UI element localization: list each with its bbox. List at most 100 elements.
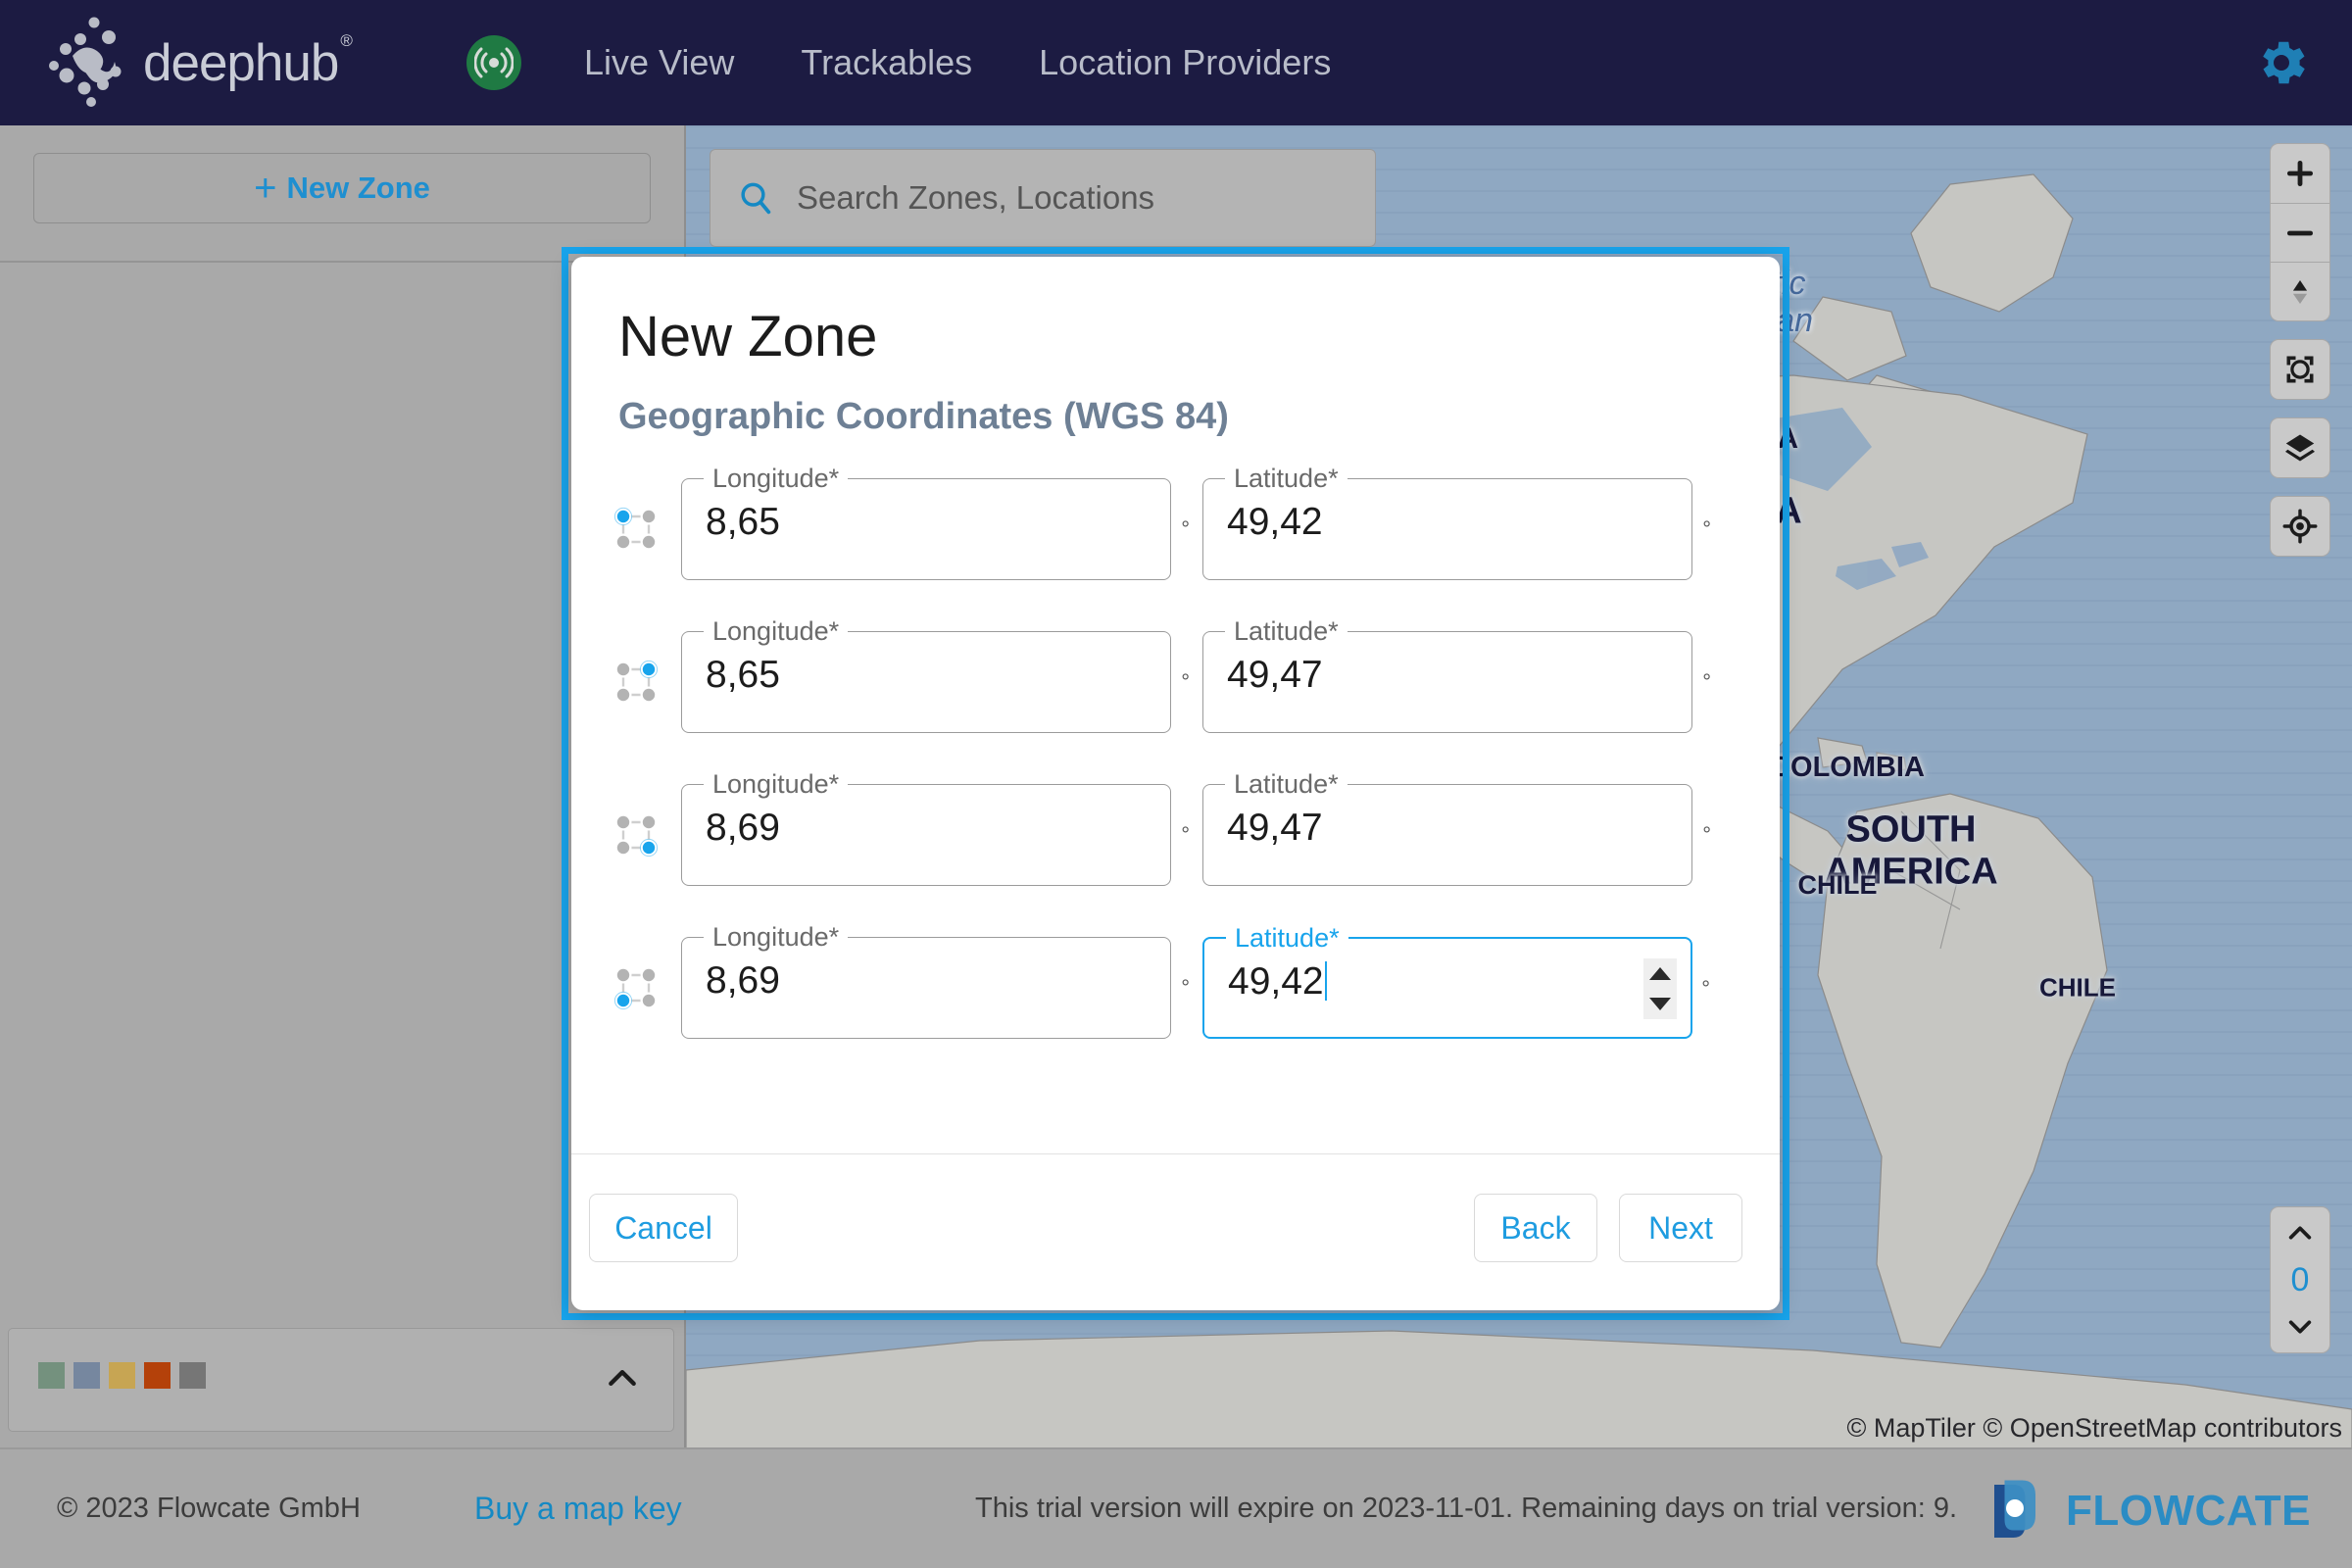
flowcate-mark-icon [1993, 1480, 2035, 1538]
nav-location-providers[interactable]: Location Providers [1039, 42, 1331, 83]
latitude-field-row-1[interactable]: Latitude* 49,42 ° [1202, 464, 1711, 580]
degree-symbol-latitude-row-4: ° [1701, 976, 1710, 1001]
gear-icon[interactable] [2252, 33, 2311, 92]
legend-swatches [38, 1362, 206, 1389]
search-zones-locations-box[interactable]: Search Zones, Locations [710, 149, 1376, 247]
corner-indicator-bottom-left-icon [613, 966, 658, 1010]
longitude-label-row-2: Longitude* [704, 616, 849, 647]
plus-icon [2286, 160, 2314, 187]
longitude-field-row-2[interactable]: Longitude* 8,65 ° [681, 616, 1190, 733]
zoom-in-button[interactable] [2271, 144, 2329, 203]
map-attribution: © MapTiler © OpenStreetMap contributors [1846, 1413, 2343, 1443]
app-root: deephub ® Live View Trackables Location P… [0, 0, 2352, 1568]
legend-swatch-1[interactable] [74, 1362, 100, 1389]
brand-name: deephub ® [143, 30, 353, 92]
legend-swatch-2[interactable] [109, 1362, 135, 1389]
latitude-spinner-row-4[interactable] [1643, 958, 1677, 1019]
corner-indicator-bottom-right [611, 809, 662, 860]
crosshair-icon [2282, 509, 2318, 544]
flowcate-logo-text: FLOWCATE [2065, 1487, 2311, 1535]
longitude-label-row-3: Longitude* [704, 769, 849, 800]
longitude-value-row-2: 8,65 [706, 654, 780, 696]
chevron-up-glyph [609, 1370, 636, 1386]
cancel-button[interactable]: Cancel [589, 1194, 738, 1262]
broadcast-waves-icon [474, 47, 514, 78]
chevron-down-icon [2288, 1320, 2312, 1334]
longitude-value-row-4: 8,69 [706, 959, 780, 1002]
zone-legend-panel [8, 1328, 674, 1432]
longitude-value-row-3: 8,69 [706, 807, 780, 849]
gear-glyph [2263, 41, 2305, 84]
map-layers-control [2270, 417, 2330, 478]
layers-icon [2285, 434, 2315, 462]
latitude-field-row-4[interactable]: Latitude* 49,42 ° [1202, 923, 1710, 1039]
level-down-button[interactable] [2278, 1310, 2322, 1344]
fit-bounds-button[interactable] [2271, 340, 2329, 399]
new-zone-button-label: New Zone [286, 171, 430, 205]
latitude-label-row-1: Latitude* [1225, 464, 1348, 494]
corner-indicator-bottom-left [611, 962, 662, 1013]
back-button[interactable]: Back [1474, 1194, 1597, 1262]
corner-indicator-bottom-right-icon [614, 813, 659, 858]
map-geolocate-control [2270, 496, 2330, 557]
corner-indicator-top-right [611, 657, 662, 708]
geolocate-button[interactable] [2271, 497, 2329, 556]
flowcate-logo: FLOWCATE [1980, 1476, 2311, 1546]
brand-trademark: ® [340, 30, 352, 50]
degree-symbol-longitude-row-4: ° [1181, 975, 1190, 1000]
coordinate-row-2: Longitude* 8,65 ° Latitude* 49,47 ° [611, 606, 1747, 759]
spinner-down-icon[interactable] [1649, 998, 1671, 1010]
layers-button[interactable] [2271, 418, 2329, 477]
next-button[interactable]: Next [1619, 1194, 1742, 1262]
longitude-field-row-4[interactable]: Longitude* 8,69 ° [681, 922, 1190, 1039]
longitude-field-row-1[interactable]: Longitude* 8,65 ° [681, 464, 1190, 580]
degree-symbol-latitude-row-1: ° [1702, 516, 1711, 541]
plus-icon: + [254, 167, 277, 210]
app-header: deephub ® Live View Trackables Location P… [0, 0, 2352, 125]
longitude-label-row-4: Longitude* [704, 922, 849, 953]
degree-symbol-longitude-row-1: ° [1181, 516, 1190, 541]
latitude-label-row-3: Latitude* [1225, 769, 1348, 800]
search-input[interactable]: Search Zones, Locations [797, 179, 1154, 217]
chevron-up-icon[interactable] [603, 1358, 642, 1397]
legend-swatch-0[interactable] [38, 1362, 65, 1389]
legend-swatch-4[interactable] [179, 1362, 206, 1389]
latitude-label-row-4: Latitude* [1226, 923, 1348, 954]
tilt-compass-button[interactable] [2271, 262, 2329, 320]
coordinate-row-1: Longitude* 8,65 ° Latitude* 49,42 ° [611, 453, 1747, 606]
dialog-footer: Cancel Back Next [571, 1153, 1780, 1310]
degree-symbol-latitude-row-3: ° [1702, 822, 1711, 847]
nav-trackables[interactable]: Trackables [801, 42, 972, 83]
copyright-text: © 2023 Flowcate GmbH [57, 1493, 361, 1524]
nav-live-view[interactable]: Live View [584, 42, 734, 83]
chevron-up-icon [2288, 1226, 2312, 1240]
minus-icon [2286, 230, 2314, 235]
brand-logo: deephub ® [47, 16, 370, 110]
level-up-button[interactable] [2278, 1216, 2322, 1250]
corner-indicator-top-left [611, 504, 662, 555]
section-title-geographic-coordinates: Geographic Coordinates (WGS 84) [618, 396, 1229, 437]
compass-updown-icon [2292, 279, 2308, 304]
trial-notice: This trial version will expire on 2023-1… [975, 1493, 1958, 1524]
search-icon [741, 182, 771, 215]
latitude-label-row-2: Latitude* [1225, 616, 1348, 647]
new-zone-dialog: New Zone Geographic Coordinates (WGS 84)… [571, 257, 1780, 1310]
latitude-field-row-2[interactable]: Latitude* 49,47 ° [1202, 616, 1711, 733]
latitude-value-row-4: 49,42 [1228, 960, 1327, 1004]
longitude-field-row-3[interactable]: Longitude* 8,69 ° [681, 769, 1190, 886]
latitude-value-row-1: 49,42 [1227, 501, 1323, 543]
degree-symbol-latitude-row-2: ° [1702, 669, 1711, 694]
coordinate-rows: Longitude* 8,65 ° Latitude* 49,42 ° Longitude*… [611, 453, 1747, 1064]
map-level-selector: 0 [2270, 1206, 2330, 1353]
longitude-value-row-1: 8,65 [706, 501, 780, 543]
new-zone-button[interactable]: + New Zone [33, 153, 651, 223]
latitude-field-row-3[interactable]: Latitude* 49,47 ° [1202, 769, 1711, 886]
broadcast-icon[interactable] [466, 35, 521, 90]
legend-swatch-3[interactable] [144, 1362, 171, 1389]
buy-map-key-link[interactable]: Buy a map key [474, 1491, 682, 1527]
spinner-up-icon[interactable] [1649, 967, 1671, 980]
fit-frame-icon [2286, 356, 2314, 383]
deephub-dots-icon [49, 17, 122, 107]
status-bar: © 2023 Flowcate GmbH Buy a map key This … [0, 1447, 2352, 1568]
zoom-out-button[interactable] [2271, 203, 2329, 262]
